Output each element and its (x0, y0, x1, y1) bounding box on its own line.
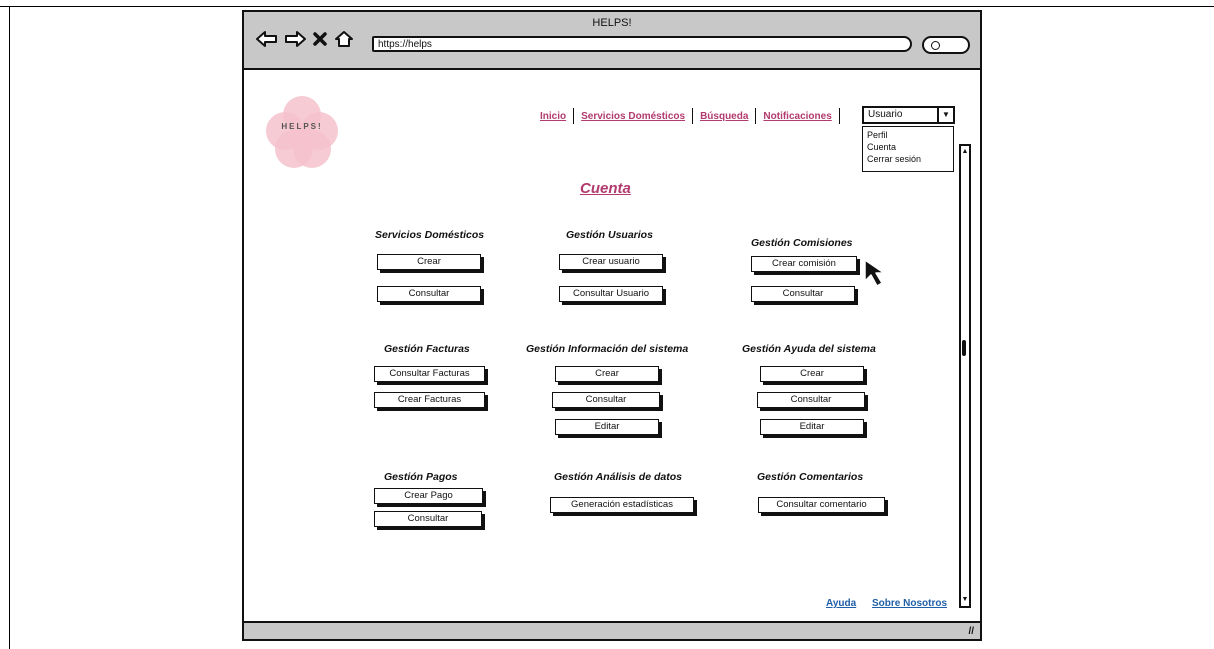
menu-item-cerrar-sesion[interactable]: Cerrar sesión (867, 153, 949, 165)
outer-frame-top-line (0, 6, 1214, 7)
nav-link-notificaciones[interactable]: Notificaciones (763, 111, 831, 122)
consultar-usuario-button[interactable]: Consultar Usuario (559, 286, 663, 302)
outer-frame-left-line (9, 6, 10, 649)
consultar-comentario-button[interactable]: Consultar comentario (758, 497, 885, 513)
ayuda-editar-button[interactable]: Editar (760, 419, 864, 435)
browser-window: HELPS! https://helps HELPS! Inicio Servi… (242, 10, 982, 641)
crear-usuario-button[interactable]: Crear usuario (559, 254, 663, 270)
crear-facturas-button[interactable]: Crear Facturas (374, 392, 485, 408)
section-title-analisis: Gestión Análisis de datos (554, 471, 682, 483)
pagos-consultar-button[interactable]: Consultar (374, 511, 482, 527)
section-title-informacion: Gestión Información del sistema (526, 343, 689, 355)
page-title: Cuenta (580, 180, 631, 197)
nav-separator (692, 108, 694, 124)
user-dropdown-menu: Perfil Cuenta Cerrar sesión (862, 126, 954, 172)
section-title-usuarios: Gestión Usuarios (566, 229, 653, 241)
informacion-consultar-button[interactable]: Consultar (552, 392, 660, 408)
section-title-pagos: Gestión Pagos (384, 471, 458, 483)
top-navigation: Inicio Servicios Domésticos Búsqueda Not… (540, 108, 847, 124)
informacion-crear-button[interactable]: Crear (555, 366, 659, 382)
section-title-comentarios: Gestión Comentarios (757, 471, 864, 483)
comisiones-consultar-button[interactable]: Consultar (751, 286, 855, 302)
nav-link-inicio[interactable]: Inicio (540, 111, 566, 122)
home-icon[interactable] (334, 30, 354, 48)
browser-search-button[interactable] (922, 36, 970, 54)
nav-link-servicios[interactable]: Servicios Domésticos (581, 111, 685, 122)
browser-statusbar: // (244, 621, 980, 639)
menu-item-cuenta[interactable]: Cuenta (867, 141, 949, 153)
menu-item-perfil[interactable]: Perfil (867, 129, 949, 141)
user-dropdown-value: Usuario (868, 109, 903, 120)
ayuda-crear-button[interactable]: Crear (760, 366, 864, 382)
close-icon[interactable] (312, 31, 328, 47)
scrollbar[interactable]: ▲ ▼ (959, 144, 971, 608)
scroll-down-icon[interactable]: ▼ (961, 595, 969, 605)
footer-link-sobre-nosotros[interactable]: Sobre Nosotros (872, 598, 947, 609)
section-title-comisiones: Gestión Comisiones (751, 237, 853, 249)
resize-grip-icon[interactable]: // (968, 626, 974, 637)
nav-separator (838, 108, 840, 124)
logo: HELPS! (266, 96, 338, 168)
ayuda-consultar-button[interactable]: Consultar (757, 392, 865, 408)
browser-titlebar: HELPS! https://helps (244, 12, 980, 70)
section-title-ayuda: Gestión Ayuda del sistema (742, 343, 876, 355)
crear-comision-button[interactable]: Crear comisión (751, 256, 857, 272)
user-dropdown[interactable]: Usuario ▼ (862, 106, 955, 124)
url-input[interactable]: https://helps (372, 36, 912, 52)
nav-separator (755, 108, 757, 124)
scroll-up-icon[interactable]: ▲ (961, 147, 969, 157)
crear-pago-button[interactable]: Crear Pago (374, 488, 483, 504)
browser-nav-controls (256, 30, 354, 48)
search-icon (931, 41, 940, 50)
nav-separator (573, 108, 575, 124)
section-title-servicios: Servicios Domésticos (375, 229, 485, 241)
consultar-facturas-button[interactable]: Consultar Facturas (374, 366, 485, 382)
logo-text: HELPS! (281, 122, 323, 131)
scroll-thumb[interactable] (962, 340, 966, 356)
section-title-facturas: Gestión Facturas (384, 343, 470, 355)
servicios-crear-button[interactable]: Crear (377, 254, 481, 270)
window-title: HELPS! (592, 17, 632, 29)
forward-arrow-icon[interactable] (284, 30, 306, 48)
footer-link-ayuda[interactable]: Ayuda (826, 598, 856, 609)
informacion-editar-button[interactable]: Editar (555, 419, 659, 435)
chevron-down-icon[interactable]: ▼ (937, 108, 953, 122)
mouse-cursor-icon (864, 259, 885, 287)
generacion-estadisticas-button[interactable]: Generación estadísticas (550, 497, 694, 513)
nav-link-busqueda[interactable]: Búsqueda (700, 111, 748, 122)
logo-petal (293, 130, 331, 168)
servicios-consultar-button[interactable]: Consultar (377, 286, 481, 302)
back-arrow-icon[interactable] (256, 30, 278, 48)
